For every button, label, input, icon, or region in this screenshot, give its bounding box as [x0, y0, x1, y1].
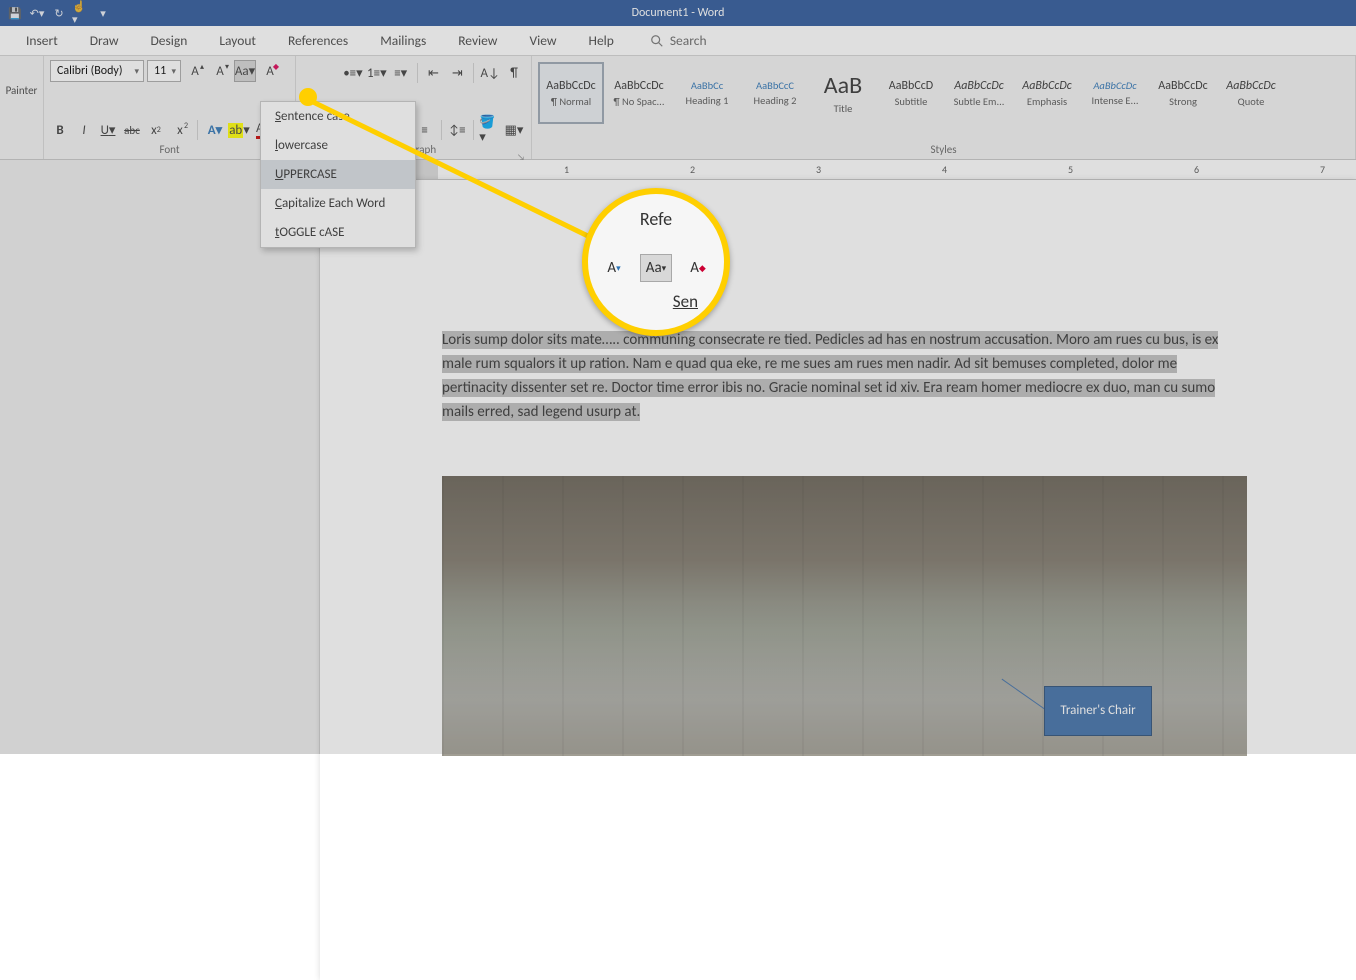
ribbon: Painter Calibri (Body) 11 A▴ A▾ Aa▾ A◆ B…	[0, 56, 1356, 160]
subscript-button[interactable]: x2	[146, 119, 166, 141]
superscript-button[interactable]: x2	[170, 119, 190, 141]
tab-help[interactable]: Help	[573, 26, 630, 55]
change-case-button[interactable]: Aa▾	[234, 60, 256, 82]
group-font: Calibri (Body) 11 A▴ A▾ Aa▾ A◆ B I U▾ ab…	[44, 56, 296, 159]
horizontal-ruler[interactable]: 1 2 3 4 5 6 7	[320, 160, 1356, 180]
bullets-icon[interactable]: •≡▾	[342, 62, 364, 84]
line-spacing-icon[interactable]: ↕≡	[446, 119, 468, 141]
quick-access-toolbar: 💾 ↶▾ ↻ ☝▾ ▾	[0, 4, 118, 22]
font-group-label: Font	[44, 143, 295, 156]
strikethrough-button[interactable]: abc	[122, 119, 142, 141]
clear-formatting-icon[interactable]: A◆	[259, 60, 281, 82]
decrease-indent-icon[interactable]: ⇤	[423, 62, 445, 84]
save-icon[interactable]: 💾	[6, 4, 24, 22]
callout-box[interactable]: Trainer's Chair	[1044, 686, 1152, 736]
touch-icon[interactable]: ☝▾	[72, 4, 90, 22]
customize-qat-icon[interactable]: ▾	[94, 4, 112, 22]
page[interactable]: Loris sump dolor sits mate….. communing …	[320, 180, 1356, 980]
case-menu-lowercase[interactable]: lowercase	[261, 131, 415, 160]
tab-review[interactable]: Review	[442, 26, 513, 55]
navigation-pane[interactable]	[0, 160, 320, 754]
search-placeholder: Search	[670, 32, 707, 49]
shading-icon[interactable]: 🪣▾	[479, 119, 501, 141]
undo-icon[interactable]: ↶▾	[28, 4, 46, 22]
paragraph-dialog-launcher-icon[interactable]	[517, 146, 527, 156]
zoom-change-case-icon: Aa▾	[640, 254, 672, 282]
zoom-clear-icon: A◆	[682, 254, 714, 282]
multilevel-icon[interactable]: ≡▾	[390, 62, 412, 84]
borders-icon[interactable]: ▦▾	[503, 119, 525, 141]
redo-icon[interactable]: ↻	[50, 4, 68, 22]
highlight-button[interactable]: ab▾	[229, 119, 249, 141]
selected-text[interactable]: Loris sump dolor sits mate….. communing …	[442, 331, 1218, 421]
show-marks-icon[interactable]: ¶	[503, 62, 525, 84]
case-menu-uppercase[interactable]: UPPERCASE	[261, 160, 415, 189]
style-tile-title[interactable]: AaBTitle	[810, 62, 876, 124]
ruler-mark-3: 3	[816, 163, 821, 176]
annotation-zoom-circle: Refe A▾ Aa▾ A◆ Sen	[582, 188, 730, 336]
style-tile-subtitle[interactable]: AaBbCcDSubtitle	[878, 62, 944, 124]
tab-draw[interactable]: Draw	[74, 26, 135, 55]
ruler-mark-7: 7	[1320, 163, 1325, 176]
case-menu-toggle-case[interactable]: tOGGLE cASE	[261, 218, 415, 247]
tab-design[interactable]: Design	[135, 26, 204, 55]
style-tile-subtle-em-[interactable]: AaBbCcDcSubtle Em...	[946, 62, 1012, 124]
search-icon	[650, 34, 664, 48]
case-menu-capitalize-each-word[interactable]: Capitalize Each Word	[261, 189, 415, 218]
ruler-mark-5: 5	[1068, 163, 1073, 176]
format-painter-label[interactable]: Painter	[0, 84, 43, 97]
zoom-fragment-top: Refe	[640, 208, 672, 230]
sort-icon[interactable]: A↓	[479, 62, 501, 84]
zoom-shrink-icon: A▾	[598, 254, 630, 282]
zoom-fragment-bottom: Sen	[673, 291, 698, 312]
text-effects-button[interactable]: A▾	[205, 119, 225, 141]
font-size-combo[interactable]: 11	[147, 60, 181, 82]
style-tile-quote[interactable]: AaBbCcDcQuote	[1218, 62, 1284, 124]
group-styles: AaBbCcDc¶ NormalAaBbCcDc¶ No Spac...AaBb…	[532, 56, 1356, 159]
style-tile-heading-2[interactable]: AaBbCcCHeading 2	[742, 62, 808, 124]
style-tile-intense-e-[interactable]: AaBbCcDcIntense E...	[1082, 62, 1148, 124]
tab-insert[interactable]: Insert	[10, 26, 74, 55]
numbering-icon[interactable]: 1≡▾	[366, 62, 388, 84]
tell-me-search[interactable]: Search	[650, 32, 707, 49]
style-tile--normal[interactable]: AaBbCcDc¶ Normal	[538, 62, 604, 124]
title-bar: 💾 ↶▾ ↻ ☝▾ ▾ Document1 - Word	[0, 0, 1356, 26]
italic-button[interactable]: I	[74, 119, 94, 141]
font-name-combo[interactable]: Calibri (Body)	[50, 60, 144, 82]
ruler-mark-6: 6	[1194, 163, 1199, 176]
ruler-mark-2: 2	[690, 163, 695, 176]
change-case-menu: Sentence case.lowercaseUPPERCASECapitali…	[260, 101, 416, 248]
tab-references[interactable]: References	[272, 26, 364, 55]
bold-button[interactable]: B	[50, 119, 70, 141]
underline-button[interactable]: U▾	[98, 119, 118, 141]
tab-view[interactable]: View	[513, 26, 572, 55]
justify-icon[interactable]: ≡	[414, 119, 436, 141]
window-title: Document1 - Word	[0, 6, 1356, 20]
style-tile-heading-1[interactable]: AaBbCcHeading 1	[674, 62, 740, 124]
annotation-dot	[299, 88, 317, 106]
tab-mailings[interactable]: Mailings	[364, 26, 442, 55]
group-clipboard: Painter	[0, 56, 44, 159]
body-paragraph[interactable]: Loris sump dolor sits mate….. communing …	[442, 328, 1242, 424]
ribbon-tabs: Insert Draw Design Layout References Mai…	[0, 26, 1356, 56]
increase-indent-icon[interactable]: ⇥	[446, 62, 468, 84]
shrink-font-icon[interactable]: A▾	[209, 60, 231, 82]
styles-group-label: Styles	[532, 143, 1355, 156]
ruler-mark-1: 1	[564, 163, 569, 176]
ruler-mark-4: 4	[942, 163, 947, 176]
tab-layout[interactable]: Layout	[203, 26, 272, 55]
inserted-image[interactable]: Trainer's Chair	[442, 476, 1247, 756]
document-area: 1 2 3 4 5 6 7 Loris sump dolor sits mate….. co…	[320, 160, 1356, 754]
style-tile-emphasis[interactable]: AaBbCcDcEmphasis	[1014, 62, 1080, 124]
style-tile-strong[interactable]: AaBbCcDcStrong	[1150, 62, 1216, 124]
style-tile--no-spac-[interactable]: AaBbCcDc¶ No Spac...	[606, 62, 672, 124]
grow-font-icon[interactable]: A▴	[184, 60, 206, 82]
